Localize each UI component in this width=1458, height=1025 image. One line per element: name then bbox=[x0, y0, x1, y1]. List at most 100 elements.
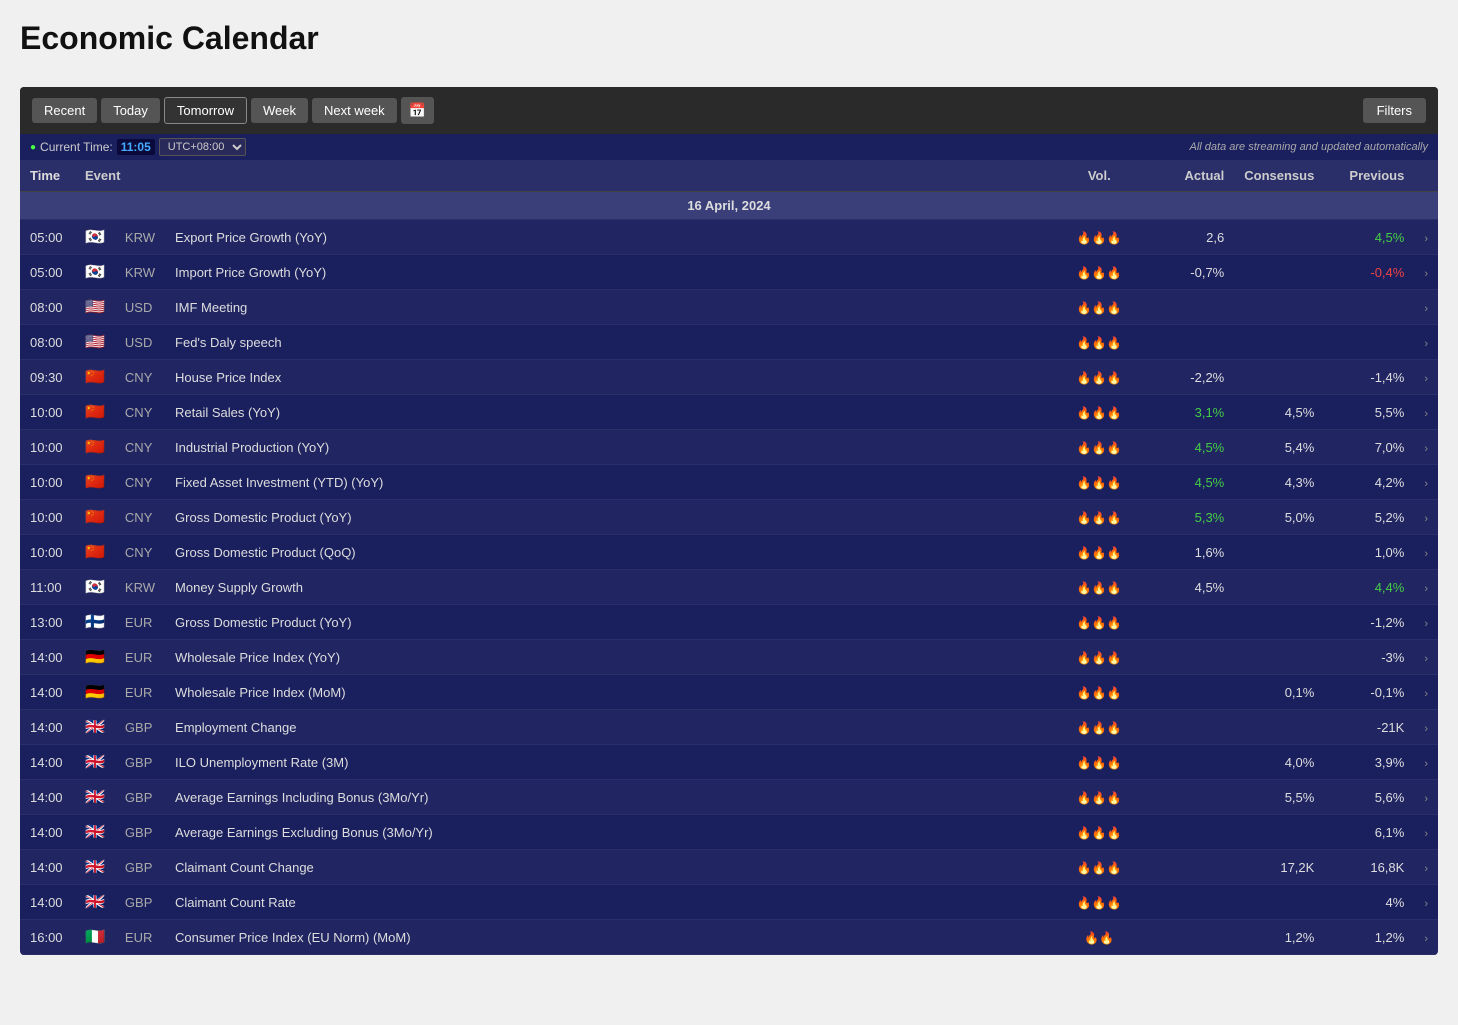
tab-next-week[interactable]: Next week bbox=[312, 98, 397, 123]
flame-icon: 🔥 bbox=[1077, 371, 1092, 385]
volatility-flames: 🔥🔥🔥 bbox=[1054, 815, 1144, 850]
table-row[interactable]: 09:30 🇨🇳 CNY House Price Index 🔥🔥🔥 -2,2%… bbox=[20, 360, 1438, 395]
currency-code: CNY bbox=[115, 430, 165, 465]
tab-today[interactable]: Today bbox=[101, 98, 160, 123]
tab-tomorrow[interactable]: Tomorrow bbox=[164, 97, 247, 124]
event-name: Claimant Count Rate bbox=[165, 885, 1054, 920]
row-expand-arrow[interactable]: › bbox=[1414, 255, 1438, 290]
row-expand-arrow[interactable]: › bbox=[1414, 675, 1438, 710]
country-flag: 🇨🇳 bbox=[75, 395, 115, 430]
row-expand-arrow[interactable]: › bbox=[1414, 850, 1438, 885]
row-expand-arrow[interactable]: › bbox=[1414, 885, 1438, 920]
event-time: 10:00 bbox=[20, 430, 75, 465]
table-row[interactable]: 14:00 🇬🇧 GBP Claimant Count Rate 🔥🔥🔥 4% … bbox=[20, 885, 1438, 920]
row-expand-arrow[interactable]: › bbox=[1414, 220, 1438, 255]
previous-value: 4,5% bbox=[1324, 220, 1414, 255]
table-row[interactable]: 13:00 🇫🇮 EUR Gross Domestic Product (YoY… bbox=[20, 605, 1438, 640]
events-table: Time Event Vol. Actual Consensus Previou… bbox=[20, 160, 1438, 955]
table-row[interactable]: 11:00 🇰🇷 KRW Money Supply Growth 🔥🔥🔥 4,5… bbox=[20, 570, 1438, 605]
event-name: Fed's Daly speech bbox=[165, 325, 1054, 360]
row-expand-arrow[interactable]: › bbox=[1414, 570, 1438, 605]
volatility-flames: 🔥🔥🔥 bbox=[1054, 255, 1144, 290]
table-row[interactable]: 10:00 🇨🇳 CNY Gross Domestic Product (QoQ… bbox=[20, 535, 1438, 570]
previous-value: 4,2% bbox=[1324, 465, 1414, 500]
row-expand-arrow[interactable]: › bbox=[1414, 920, 1438, 955]
row-expand-arrow[interactable]: › bbox=[1414, 640, 1438, 675]
volatility-flames: 🔥🔥🔥 bbox=[1054, 500, 1144, 535]
row-expand-arrow[interactable]: › bbox=[1414, 290, 1438, 325]
flame-icon: 🔥 bbox=[1107, 896, 1122, 910]
row-expand-arrow[interactable]: › bbox=[1414, 325, 1438, 360]
flame-icon: 🔥 bbox=[1077, 721, 1092, 735]
tab-recent[interactable]: Recent bbox=[32, 98, 97, 123]
flame-icon: 🔥 bbox=[1077, 686, 1092, 700]
previous-value: 1,2% bbox=[1324, 920, 1414, 955]
table-row[interactable]: 14:00 🇬🇧 GBP Employment Change 🔥🔥🔥 -21K … bbox=[20, 710, 1438, 745]
flame-icon: 🔥 bbox=[1092, 301, 1107, 315]
consensus-value bbox=[1234, 290, 1324, 325]
date-section-header: 16 April, 2024 bbox=[20, 192, 1438, 220]
flame-icon: 🔥 bbox=[1092, 791, 1107, 805]
flame-icon: 🔥 bbox=[1077, 301, 1092, 315]
row-expand-arrow[interactable]: › bbox=[1414, 395, 1438, 430]
previous-value: 1,0% bbox=[1324, 535, 1414, 570]
previous-value: -1,4% bbox=[1324, 360, 1414, 395]
row-expand-arrow[interactable]: › bbox=[1414, 465, 1438, 500]
row-expand-arrow[interactable]: › bbox=[1414, 500, 1438, 535]
table-row[interactable]: 14:00 🇬🇧 GBP Claimant Count Change 🔥🔥🔥 1… bbox=[20, 850, 1438, 885]
row-expand-arrow[interactable]: › bbox=[1414, 430, 1438, 465]
row-expand-arrow[interactable]: › bbox=[1414, 710, 1438, 745]
table-row[interactable]: 10:00 🇨🇳 CNY Retail Sales (YoY) 🔥🔥🔥 3,1%… bbox=[20, 395, 1438, 430]
previous-value: 5,5% bbox=[1324, 395, 1414, 430]
flame-icon: 🔥 bbox=[1092, 686, 1107, 700]
country-flag: 🇨🇳 bbox=[75, 535, 115, 570]
toolbar: Recent Today Tomorrow Week Next week 📅 F… bbox=[20, 87, 1438, 134]
currency-code: USD bbox=[115, 325, 165, 360]
table-row[interactable]: 08:00 🇺🇸 USD Fed's Daly speech 🔥🔥🔥 › bbox=[20, 325, 1438, 360]
row-expand-arrow[interactable]: › bbox=[1414, 780, 1438, 815]
event-time: 10:00 bbox=[20, 500, 75, 535]
filters-button[interactable]: Filters bbox=[1363, 98, 1426, 123]
table-row[interactable]: 14:00 🇬🇧 GBP Average Earnings Excluding … bbox=[20, 815, 1438, 850]
table-row[interactable]: 10:00 🇨🇳 CNY Industrial Production (YoY)… bbox=[20, 430, 1438, 465]
table-row[interactable]: 05:00 🇰🇷 KRW Import Price Growth (YoY) 🔥… bbox=[20, 255, 1438, 290]
table-row[interactable]: 16:00 🇮🇹 EUR Consumer Price Index (EU No… bbox=[20, 920, 1438, 955]
event-name: Money Supply Growth bbox=[165, 570, 1054, 605]
tab-week[interactable]: Week bbox=[251, 98, 308, 123]
row-expand-arrow[interactable]: › bbox=[1414, 360, 1438, 395]
volatility-flames: 🔥🔥🔥 bbox=[1054, 290, 1144, 325]
table-row[interactable]: 10:00 🇨🇳 CNY Fixed Asset Investment (YTD… bbox=[20, 465, 1438, 500]
calendar-picker-button[interactable]: 📅 bbox=[401, 97, 434, 124]
actual-value: -2,2% bbox=[1144, 360, 1234, 395]
flame-icon: 🔥 bbox=[1107, 686, 1122, 700]
consensus-value bbox=[1234, 885, 1324, 920]
table-row[interactable]: 05:00 🇰🇷 KRW Export Price Growth (YoY) 🔥… bbox=[20, 220, 1438, 255]
table-row[interactable]: 08:00 🇺🇸 USD IMF Meeting 🔥🔥🔥 › bbox=[20, 290, 1438, 325]
previous-value: -21K bbox=[1324, 710, 1414, 745]
table-row[interactable]: 10:00 🇨🇳 CNY Gross Domestic Product (YoY… bbox=[20, 500, 1438, 535]
previous-value: -1,2% bbox=[1324, 605, 1414, 640]
volatility-flames: 🔥🔥🔥 bbox=[1054, 605, 1144, 640]
row-expand-arrow[interactable]: › bbox=[1414, 745, 1438, 780]
event-name: Gross Domestic Product (YoY) bbox=[165, 605, 1054, 640]
currency-code: CNY bbox=[115, 465, 165, 500]
event-name: Fixed Asset Investment (YTD) (YoY) bbox=[165, 465, 1054, 500]
previous-value bbox=[1324, 325, 1414, 360]
currency-code: KRW bbox=[115, 570, 165, 605]
table-row[interactable]: 14:00 🇬🇧 GBP Average Earnings Including … bbox=[20, 780, 1438, 815]
flame-icon: 🔥 bbox=[1107, 546, 1122, 560]
event-time: 14:00 bbox=[20, 780, 75, 815]
table-row[interactable]: 14:00 🇩🇪 EUR Wholesale Price Index (MoM)… bbox=[20, 675, 1438, 710]
row-expand-arrow[interactable]: › bbox=[1414, 815, 1438, 850]
table-row[interactable]: 14:00 🇬🇧 GBP ILO Unemployment Rate (3M) … bbox=[20, 745, 1438, 780]
table-row[interactable]: 14:00 🇩🇪 EUR Wholesale Price Index (YoY)… bbox=[20, 640, 1438, 675]
previous-value: 4,4% bbox=[1324, 570, 1414, 605]
flame-icon: 🔥 bbox=[1077, 896, 1092, 910]
timezone-select[interactable]: UTC+08:00 UTC+00:00 UTC-05:00 bbox=[159, 138, 246, 156]
event-time: 10:00 bbox=[20, 395, 75, 430]
row-expand-arrow[interactable]: › bbox=[1414, 605, 1438, 640]
actual-value bbox=[1144, 745, 1234, 780]
event-time: 10:00 bbox=[20, 535, 75, 570]
row-expand-arrow[interactable]: › bbox=[1414, 535, 1438, 570]
actual-value: 4,5% bbox=[1144, 570, 1234, 605]
